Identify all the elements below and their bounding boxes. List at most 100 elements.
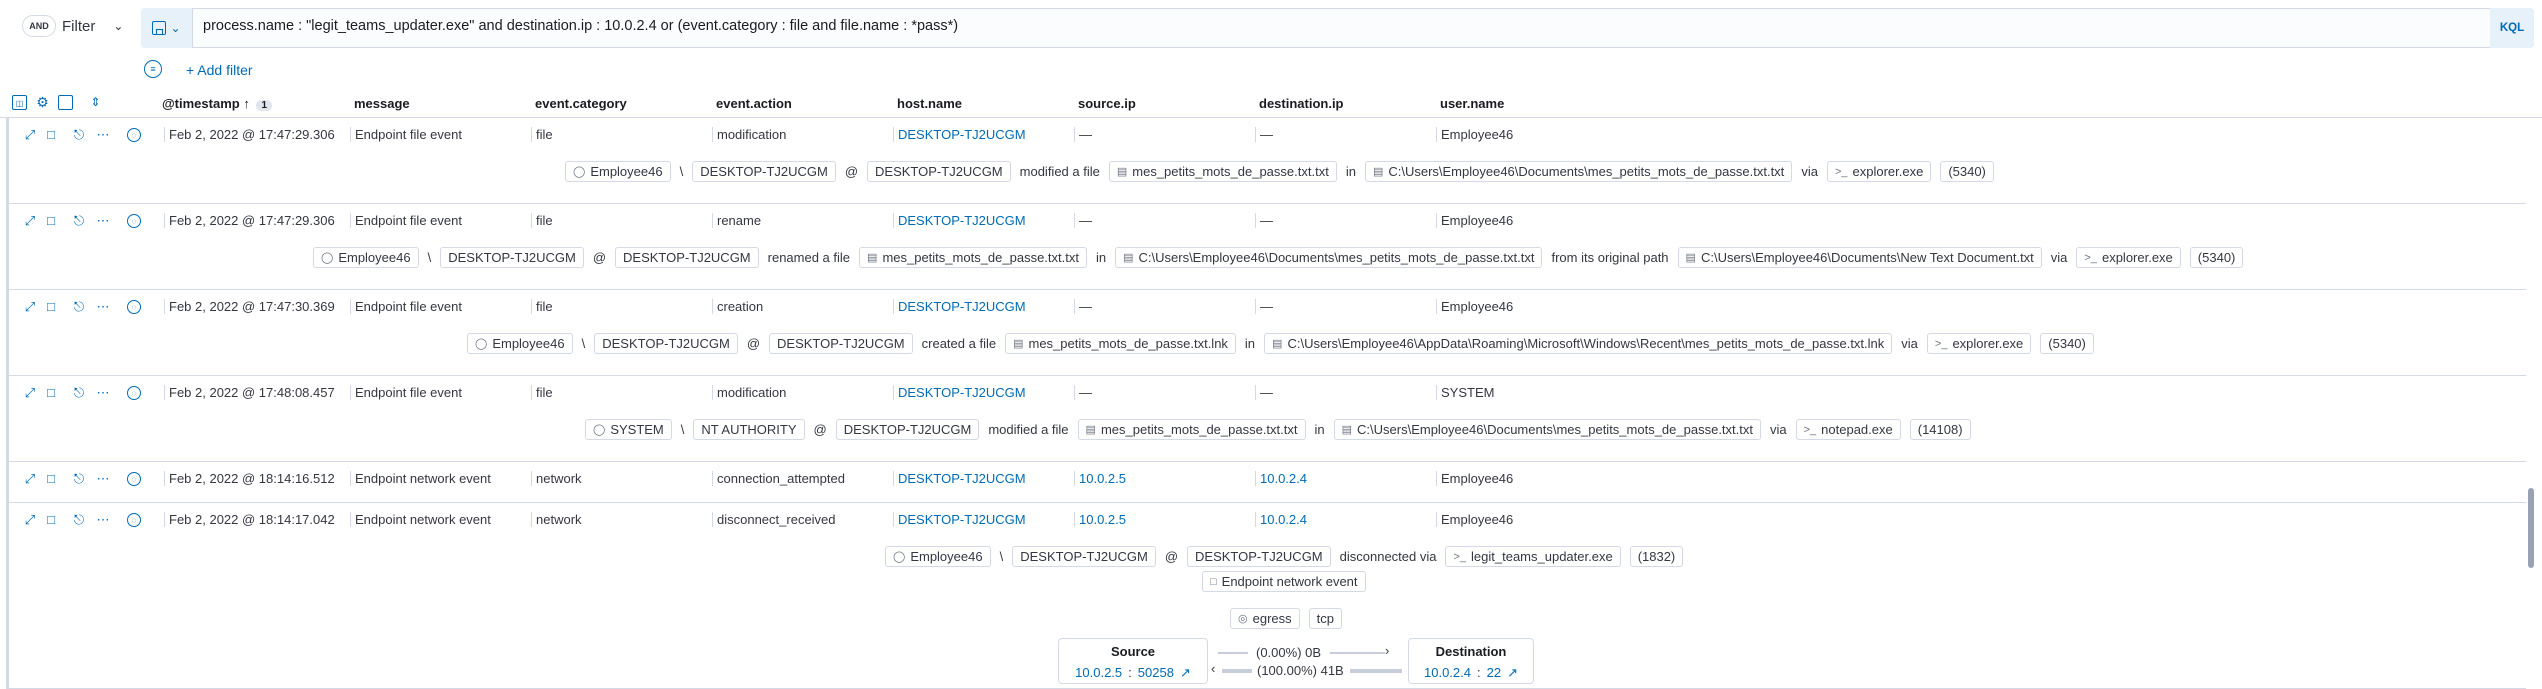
domain-chip[interactable]: NT AUTHORITY [693,419,805,440]
user-chip[interactable]: ◯ SYSTEM [585,419,672,440]
transport-chip[interactable]: tcp [1308,608,1342,629]
domain-chip[interactable]: DESKTOP-TJ2UCGM [692,161,836,182]
comment-icon[interactable]: □ [44,128,58,142]
more-icon[interactable]: ⋯ [96,472,110,486]
file-path-chip[interactable]: ▤ C:\Users\Employee46\Documents\mes_petit… [1364,161,1793,182]
user-chip[interactable]: ◯ Employee46 [313,247,419,268]
host-chip[interactable]: DESKTOP-TJ2UCGM [867,161,1011,182]
pid-chip[interactable]: (1832) [1629,546,1684,567]
investigate-icon[interactable]: ◌ [127,513,141,527]
saved-query-button[interactable]: ⌄ [141,8,193,48]
cell-host-name[interactable]: DESKTOP-TJ2UCGM [893,512,1026,527]
investigate-icon[interactable]: ◌ [127,386,141,400]
cell-destination-ip[interactable]: 10.0.2.4 [1255,512,1307,527]
column-header-source-ip[interactable]: source.ip [1078,96,1136,111]
column-header-event-action[interactable]: event.action [716,96,792,111]
investigate-icon[interactable]: ◌ [127,472,141,486]
column-header-event-category[interactable]: event.category [535,96,627,111]
host-chip[interactable]: DESKTOP-TJ2UCGM [615,247,759,268]
source-port-link[interactable]: 50258 [1138,665,1174,681]
original-path-chip[interactable]: ▤ C:\Users\Employee46\Documents\New Text … [1677,247,2042,268]
host-chip[interactable]: DESKTOP-TJ2UCGM [835,419,980,440]
file-path-chip[interactable]: ▤ C:\Users\Employee46\Documents\mes_petit… [1333,419,1761,440]
and-toggle[interactable]: AND [22,15,56,37]
more-icon[interactable]: ⋯ [96,513,110,527]
query-text[interactable]: process.name : "legit_teams_updater.exe"… [203,18,958,34]
expand-icon[interactable]: ⤢ [23,472,37,486]
cell-host-name[interactable]: DESKTOP-TJ2UCGM [893,299,1026,314]
scrollbar[interactable] [2528,488,2534,568]
cell-host-name[interactable]: DESKTOP-TJ2UCGM [893,471,1026,486]
comment-icon[interactable]: □ [44,214,58,228]
user-chip[interactable]: ◯ Employee46 [565,161,671,182]
pin-icon[interactable]: ⎋ [72,300,86,314]
domain-chip[interactable]: DESKTOP-TJ2UCGM [440,247,584,268]
expand-icon[interactable]: ⤢ [23,300,37,314]
gear-icon[interactable]: ⚙ [35,95,50,110]
comment-icon[interactable]: □ [44,300,58,314]
cell-destination-ip[interactable]: 10.0.2.4 [1255,471,1307,486]
pin-icon[interactable]: ⎋ [72,386,86,400]
pin-icon[interactable]: ⎋ [72,214,86,228]
column-header-message[interactable]: message [354,96,410,111]
query-language-button[interactable]: KQL [2490,8,2534,48]
pin-icon[interactable]: ⎋ [72,472,86,486]
column-header-user-name[interactable]: user.name [1440,96,1504,111]
expand-icon[interactable]: ⤢ [23,386,37,400]
pid-chip[interactable]: (14108) [1909,419,1971,440]
investigate-icon[interactable]: ◌ [127,128,141,142]
process-chip[interactable]: >_ legit_teams_updater.exe [1445,546,1621,567]
file-name-chip[interactable]: ▤ mes_petits_mots_de_passe.txt.lnk [1005,333,1236,354]
domain-chip[interactable]: DESKTOP-TJ2UCGM [594,333,738,354]
investigate-icon[interactable]: ◌ [127,300,141,314]
more-icon[interactable]: ⋯ [96,214,110,228]
sort-icon[interactable]: ⇕ [88,95,103,110]
column-header-timestamp[interactable]: @timestamp ↑ 1 [162,96,273,111]
comment-icon[interactable]: □ [44,386,58,400]
pin-icon[interactable]: ⎋ [72,513,86,527]
user-chip[interactable]: ◯ Employee46 [885,546,991,567]
external-link-icon[interactable]: ↗ [1507,665,1518,681]
file-name-chip[interactable]: ▤ mes_petits_mots_de_passe.txt.txt [1108,161,1337,182]
column-header-destination-ip[interactable]: destination.ip [1259,96,1344,111]
event-type-chip[interactable]: □ Endpoint network event [1202,571,1366,592]
destination-port-link[interactable]: 22 [1487,665,1501,681]
domain-chip[interactable]: DESKTOP-TJ2UCGM [1012,546,1156,567]
direction-chip[interactable]: ◎ egress [1230,608,1300,629]
destination-ip-link[interactable]: 10.0.2.4 [1424,665,1471,681]
fullscreen-icon[interactable] [58,95,73,110]
comment-icon[interactable]: □ [44,472,58,486]
comment-icon[interactable]: □ [44,513,58,527]
pid-chip[interactable]: (5340) [2189,247,2244,268]
cell-host-name[interactable]: DESKTOP-TJ2UCGM [893,213,1026,228]
pid-chip[interactable]: (5340) [1940,161,1994,182]
cell-source-ip[interactable]: 10.0.2.5 [1074,512,1126,527]
file-name-chip[interactable]: ▤ mes_petits_mots_de_passe.txt.txt [859,247,1087,268]
cell-host-name[interactable]: DESKTOP-TJ2UCGM [893,127,1026,142]
host-chip[interactable]: DESKTOP-TJ2UCGM [1187,546,1331,567]
expand-icon[interactable]: ⤢ [23,214,37,228]
filter-dropdown[interactable]: Filter ⌄ [62,10,123,42]
process-chip[interactable]: >_ explorer.exe [1926,333,2032,354]
more-icon[interactable]: ⋯ [96,386,110,400]
file-name-chip[interactable]: ▤ mes_petits_mots_de_passe.txt.txt [1077,419,1306,440]
process-chip[interactable]: >_ explorer.exe [1826,161,1932,182]
investigate-icon[interactable]: ◌ [127,214,141,228]
host-chip[interactable]: DESKTOP-TJ2UCGM [769,333,913,354]
external-link-icon[interactable]: ↗ [1180,665,1191,681]
columns-icon[interactable]: ◫ [12,95,27,110]
process-chip[interactable]: >_ notepad.exe [1795,419,1901,440]
file-path-chip[interactable]: ▤ C:\Users\Employee46\Documents\mes_petit… [1115,247,1543,268]
more-icon[interactable]: ⋯ [96,300,110,314]
column-header-host-name[interactable]: host.name [897,96,962,111]
file-path-chip[interactable]: ▤ C:\Users\Employee46\AppData\Roaming\Mic… [1264,333,1893,354]
filter-menu-icon[interactable]: ≡ [144,60,162,78]
user-chip[interactable]: ◯ Employee46 [467,333,573,354]
expand-icon[interactable]: ⤢ [23,513,37,527]
process-chip[interactable]: >_ explorer.exe [2076,247,2181,268]
expand-icon[interactable]: ⤢ [23,128,37,142]
cell-host-name[interactable]: DESKTOP-TJ2UCGM [893,385,1026,400]
more-icon[interactable]: ⋯ [96,128,110,142]
pin-icon[interactable]: ⎋ [72,128,86,142]
cell-source-ip[interactable]: 10.0.2.5 [1074,471,1126,486]
